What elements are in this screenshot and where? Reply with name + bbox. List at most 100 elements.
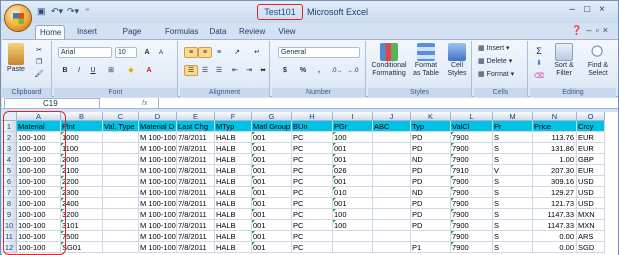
number-format-select[interactable]: General <box>278 47 360 58</box>
tab-home[interactable]: Home <box>35 25 65 39</box>
row-header[interactable]: 9 <box>2 209 17 220</box>
row-header[interactable]: 4 <box>2 154 17 165</box>
sort-filter-button[interactable]: Sort & Filter <box>548 43 580 78</box>
column-header-n[interactable]: N <box>533 112 577 121</box>
tab-view[interactable]: View <box>273 25 301 39</box>
table-cell[interactable] <box>411 231 451 242</box>
row-header[interactable]: 11 <box>2 231 17 242</box>
table-cell[interactable]: 100-100 <box>17 242 61 253</box>
table-cell[interactable]: 7/8/2011 <box>177 132 215 143</box>
tab-review[interactable]: Review <box>235 25 269 39</box>
table-cell[interactable]: 100 <box>333 209 373 220</box>
table-cell[interactable] <box>103 132 139 143</box>
maximize-icon[interactable]: □ <box>584 4 599 15</box>
column-header-m[interactable]: M <box>493 112 533 121</box>
tab-data[interactable]: Data <box>205 25 231 39</box>
table-cell[interactable] <box>373 198 411 209</box>
table-cell[interactable]: 001 <box>252 176 292 187</box>
font-name-select[interactable]: Arial <box>58 47 112 58</box>
table-cell[interactable] <box>103 176 139 187</box>
table-cell[interactable]: 131.86 <box>533 143 577 154</box>
table-cell[interactable]: 7900 <box>451 132 493 143</box>
table-cell[interactable]: 100-100 <box>17 165 61 176</box>
table-cell[interactable]: MXN <box>577 220 605 231</box>
table-header-cell[interactable]: Matl Group <box>252 121 292 132</box>
increase-font-icon[interactable]: A <box>140 47 154 58</box>
help-icon[interactable]: ❓ <box>571 25 586 35</box>
table-cell[interactable] <box>373 132 411 143</box>
table-cell[interactable]: ARS <box>577 231 605 242</box>
table-cell[interactable]: 2000 <box>61 154 103 165</box>
table-cell[interactable]: 1.00 <box>533 154 577 165</box>
table-cell[interactable]: HALB <box>215 220 252 231</box>
undo-icon[interactable]: ↶▾ <box>51 6 63 17</box>
table-header-cell[interactable]: Material <box>17 121 61 132</box>
row-header[interactable]: 8 <box>2 198 17 209</box>
table-cell[interactable]: 121.73 <box>533 198 577 209</box>
tab-page-layout[interactable]: Page Layout <box>107 25 157 50</box>
table-cell[interactable]: 0.00 <box>533 242 577 253</box>
table-cell[interactable]: 001 <box>252 231 292 242</box>
table-cell[interactable]: 100-100 <box>17 154 61 165</box>
table-cell[interactable]: 001 <box>252 154 292 165</box>
table-cell[interactable] <box>373 209 411 220</box>
column-header-i[interactable]: I <box>333 112 373 121</box>
table-cell[interactable] <box>103 242 139 253</box>
table-cell[interactable]: PC <box>292 132 333 143</box>
table-cell[interactable] <box>103 231 139 242</box>
copy-icon[interactable]: ❐ <box>32 57 46 68</box>
table-cell[interactable]: 7/8/2011 <box>177 198 215 209</box>
table-cell[interactable] <box>103 209 139 220</box>
table-cell[interactable]: 7900 <box>451 242 493 253</box>
save-icon[interactable]: ▣ <box>37 6 46 17</box>
align-bottom-icon[interactable]: ≡ <box>212 47 226 58</box>
name-box[interactable]: C19 <box>4 98 100 109</box>
table-cell[interactable]: S <box>493 132 533 143</box>
table-header-cell[interactable]: Val. Type <box>103 121 139 132</box>
clear-icon[interactable]: ⌫ <box>532 71 546 82</box>
table-cell[interactable]: 7900 <box>451 143 493 154</box>
table-cell[interactable]: 001 <box>252 132 292 143</box>
table-cell[interactable]: HALB <box>215 132 252 143</box>
table-cell[interactable]: 7/8/2011 <box>177 187 215 198</box>
table-cell[interactable]: 7900 <box>451 231 493 242</box>
window-controls[interactable]: –□× <box>570 4 614 15</box>
find-select-button[interactable]: Find & Select <box>582 43 614 78</box>
table-cell[interactable]: 010 <box>333 187 373 198</box>
table-cell[interactable]: 7/8/2011 <box>177 242 215 253</box>
format-painter-icon[interactable]: 🖌 <box>32 69 46 80</box>
ribbon-restore-icon[interactable]: ▫ <box>596 25 603 35</box>
comma-button[interactable]: , <box>312 65 326 76</box>
format-cells-button[interactable]: ▦ Format ▾ <box>478 71 514 79</box>
paste-button[interactable]: Paste <box>4 43 28 74</box>
table-cell[interactable]: V <box>493 165 533 176</box>
table-cell[interactable]: 026 <box>333 165 373 176</box>
table-cell[interactable]: 7/8/2011 <box>177 176 215 187</box>
table-cell[interactable]: HALB <box>215 154 252 165</box>
table-cell[interactable]: 7900 <box>451 187 493 198</box>
office-button[interactable] <box>4 4 32 32</box>
insert-cells-button[interactable]: ▦ Insert ▾ <box>478 45 510 53</box>
table-cell[interactable]: PD <box>411 165 451 176</box>
table-cell[interactable]: 7/8/2011 <box>177 143 215 154</box>
column-header-c[interactable]: C <box>103 112 139 121</box>
conditional-formatting-button[interactable]: Conditional Formatting <box>370 43 408 78</box>
table-cell[interactable]: EUR <box>577 132 605 143</box>
table-cell[interactable]: 207.30 <box>533 165 577 176</box>
align-right-icon[interactable]: ☰ <box>212 65 226 76</box>
wrap-text-icon[interactable]: ↵ <box>250 47 264 58</box>
table-cell[interactable]: PD <box>411 198 451 209</box>
cell-styles-button[interactable]: Cell Styles <box>444 43 470 78</box>
table-cell[interactable]: HALB <box>215 143 252 154</box>
align-middle-icon[interactable]: ≡ <box>198 47 212 58</box>
tab-formulas[interactable]: Formulas <box>161 25 201 39</box>
table-header-cell[interactable]: ValCl <box>451 121 493 132</box>
column-header-j[interactable]: J <box>373 112 411 121</box>
select-all-corner[interactable] <box>2 112 17 121</box>
table-cell[interactable]: PD <box>411 220 451 231</box>
table-header-cell[interactable]: Pr <box>493 121 533 132</box>
table-cell[interactable]: PC <box>292 143 333 154</box>
table-cell[interactable]: 100 <box>333 132 373 143</box>
table-header-cell[interactable]: ABC <box>373 121 411 132</box>
tab-insert[interactable]: Insert <box>71 25 103 39</box>
